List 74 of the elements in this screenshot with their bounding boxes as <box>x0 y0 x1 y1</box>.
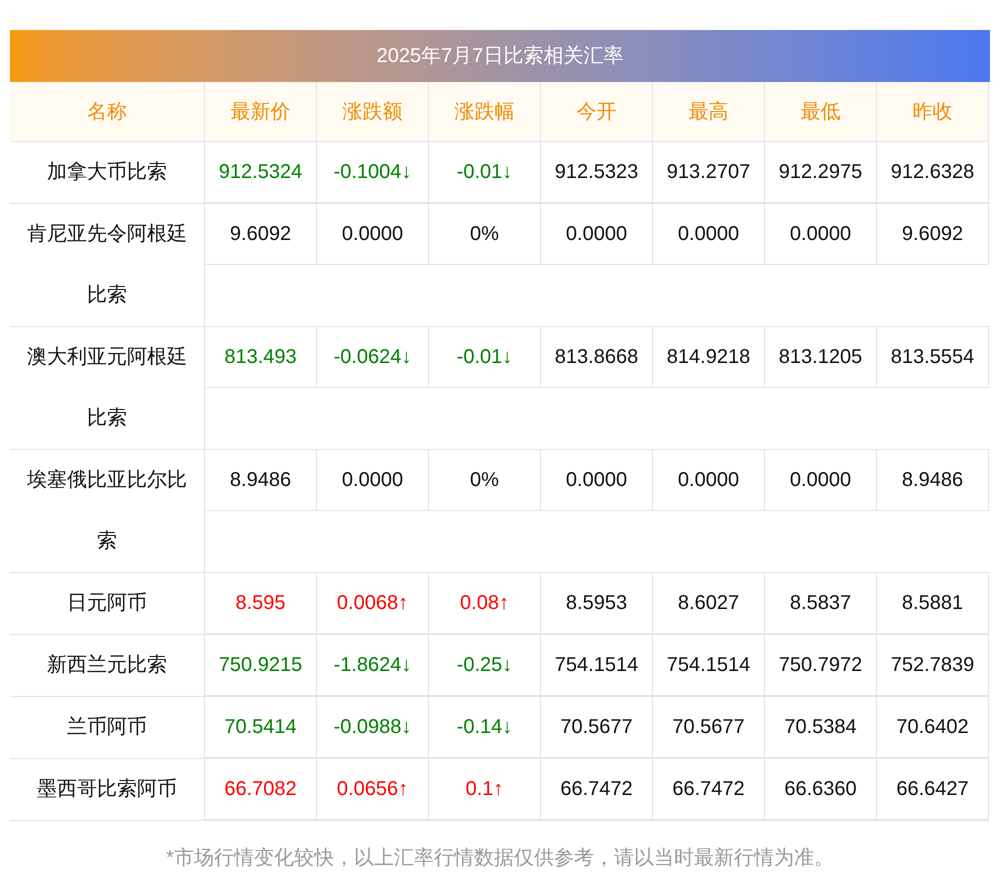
table-cell: 912.5323 <box>541 142 653 203</box>
table-cell: 752.7839 <box>877 635 989 696</box>
table-cell: 0.0000 <box>765 450 877 511</box>
table-cell: 70.5414 <box>205 697 317 758</box>
currency-pair-name: 加拿大币比索 <box>10 142 205 204</box>
table-cell: 9.6092 <box>205 204 317 265</box>
table-cell: 0.0000 <box>317 204 429 265</box>
table-cell: 8.5953 <box>541 573 653 634</box>
table-cell: -0.0988↓ <box>317 697 429 758</box>
table-cell: 913.2707 <box>653 142 765 203</box>
table-cell: 750.7972 <box>765 635 877 696</box>
table-cell: 70.5677 <box>653 697 765 758</box>
currency-pair-name: 肯尼亚先令阿根廷比索 <box>10 204 205 327</box>
table-cell: 0.0000 <box>541 450 653 511</box>
column-header: 昨收 <box>877 82 989 142</box>
currency-pair-name: 兰币阿币 <box>10 697 205 759</box>
currency-pair-name: 日元阿币 <box>10 573 205 635</box>
column-header: 今开 <box>541 82 653 142</box>
table-cell: 66.6427 <box>877 759 989 820</box>
table-cell: -0.25↓ <box>429 635 541 696</box>
table-cell: 8.9486 <box>877 450 989 511</box>
column-header: 最新价 <box>205 82 317 142</box>
table-cell: 0.0000 <box>765 204 877 265</box>
table-cell: 70.5677 <box>541 697 653 758</box>
table-cell: 813.493 <box>205 327 317 388</box>
table-cell: -0.14↓ <box>429 697 541 758</box>
table-cell: 813.8668 <box>541 327 653 388</box>
column-header: 最高 <box>653 82 765 142</box>
table-cell: 0.1↑ <box>429 759 541 820</box>
table-cell: 754.1514 <box>653 635 765 696</box>
table-cell: 813.5554 <box>877 327 989 388</box>
table-cell: 8.9486 <box>205 450 317 511</box>
currency-pair-name: 墨西哥比索阿币 <box>10 759 205 821</box>
table-cell: 813.1205 <box>765 327 877 388</box>
table-cell: 0.0656↑ <box>317 759 429 820</box>
column-header: 涨跌幅 <box>429 82 541 142</box>
table-cell: -0.1004↓ <box>317 142 429 203</box>
table-cell: 0.0000 <box>317 450 429 511</box>
table-cell: 754.1514 <box>541 635 653 696</box>
table-cell: -0.01↓ <box>429 142 541 203</box>
table-cell: 66.7472 <box>541 759 653 820</box>
table-cell: 66.7472 <box>653 759 765 820</box>
table-cell: 750.9215 <box>205 635 317 696</box>
column-header: 最低 <box>765 82 877 142</box>
table-cell: 814.9218 <box>653 327 765 388</box>
table-cell: 9.6092 <box>877 204 989 265</box>
column-header: 涨跌额 <box>317 82 429 142</box>
table-cell: 912.5324 <box>205 142 317 203</box>
table-cell: -0.0624↓ <box>317 327 429 388</box>
table-cell: 0.0000 <box>653 450 765 511</box>
table-cell: 912.2975 <box>765 142 877 203</box>
table-cell: 912.6328 <box>877 142 989 203</box>
table-cell: 0% <box>429 204 541 265</box>
table-cell: 0.0000 <box>541 204 653 265</box>
table-cell: 66.6360 <box>765 759 877 820</box>
table-title: 2025年7月7日比索相关汇率 <box>10 30 990 82</box>
table-cell: 0.0000 <box>653 204 765 265</box>
column-header: 名称 <box>10 82 205 142</box>
table-cell: 66.7082 <box>205 759 317 820</box>
footnote: *市场行情变化较快，以上汇率行情数据仅供参考，请以当时最新行情为准。 <box>165 846 835 871</box>
table-cell: -1.8624↓ <box>317 635 429 696</box>
table-cell: 8.6027 <box>653 573 765 634</box>
currency-pair-name: 埃塞俄比亚比尔比索 <box>10 450 205 573</box>
table-cell: 70.5384 <box>765 697 877 758</box>
table-cell: 0.0068↑ <box>317 573 429 634</box>
table-cell: 8.5837 <box>765 573 877 634</box>
table-cell: 0% <box>429 450 541 511</box>
table-cell: 70.6402 <box>877 697 989 758</box>
currency-pair-name: 新西兰元比索 <box>10 635 205 697</box>
table-cell: 0.08↑ <box>429 573 541 634</box>
table-cell: -0.01↓ <box>429 327 541 388</box>
currency-pair-name: 澳大利亚元阿根廷比索 <box>10 327 205 450</box>
table-cell: 8.595 <box>205 573 317 634</box>
table-cell: 8.5881 <box>877 573 989 634</box>
